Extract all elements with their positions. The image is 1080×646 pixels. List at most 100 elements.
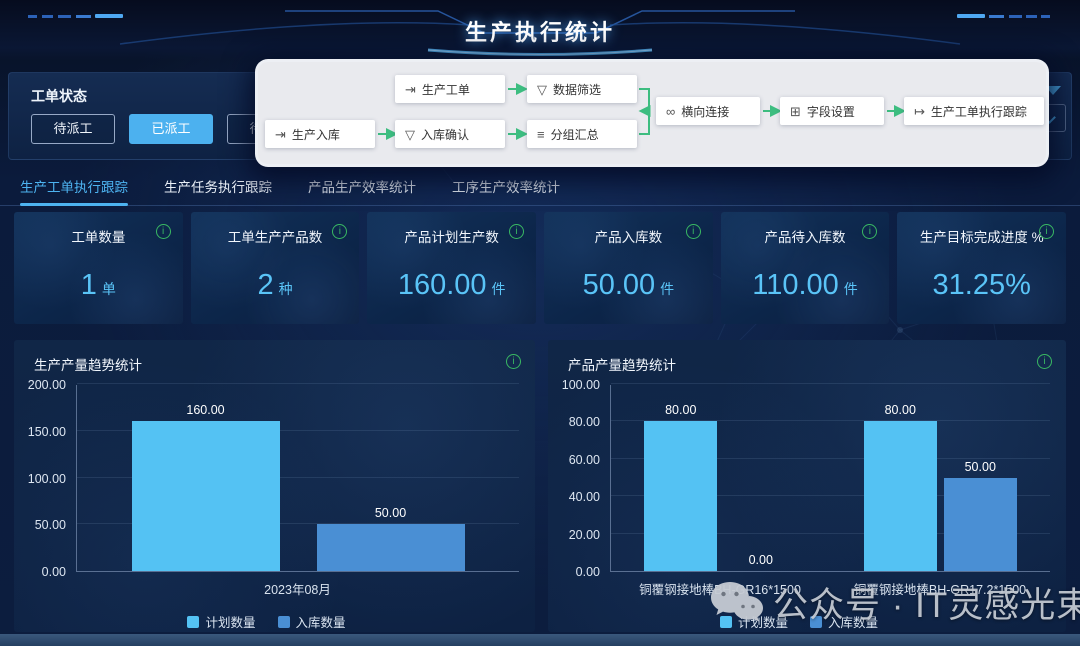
legend-label: 入库数量	[828, 612, 878, 631]
flow-node-field-settings[interactable]: ⊞ 字段设置	[780, 97, 884, 125]
bar-value-label: 80.00	[665, 403, 696, 417]
kpi-card-workorder-count: 工单数量 i 1单	[14, 212, 183, 324]
flow-node-label: 生产工单	[422, 81, 470, 98]
bar[interactable]: 80.00	[644, 421, 717, 571]
flow-node-label: 数据筛选	[553, 81, 601, 98]
flow-node-production-inbound[interactable]: ⇥ 生产入库	[265, 120, 375, 148]
plot-groups: 80.000.0080.0050.00	[611, 385, 1050, 571]
header: 生产执行统计	[0, 0, 1080, 60]
legend-item[interactable]: 入库数量	[278, 612, 346, 631]
legend-label: 入库数量	[296, 612, 346, 631]
bar-value-label: 50.00	[375, 506, 406, 520]
legend-swatch	[278, 616, 290, 628]
info-icon[interactable]: i	[156, 224, 171, 239]
flow-node-output-tracking[interactable]: ↦ 生产工单执行跟踪	[904, 97, 1044, 125]
legend-swatch	[720, 616, 732, 628]
funnel-icon: ▽	[537, 83, 547, 96]
chart-legend: 计划数量 入库数量	[548, 612, 1050, 631]
funnel-icon: ▽	[405, 128, 415, 141]
bar[interactable]: 50.00	[317, 524, 465, 571]
tab-workorder-tracking[interactable]: 生产工单执行跟踪	[20, 172, 128, 205]
kpi-card-inbound-count: 产品入库数 i 50.00件	[544, 212, 713, 324]
filter-label: 工单状态	[31, 86, 87, 106]
info-icon[interactable]: i	[509, 224, 524, 239]
bar-value-label: 80.00	[885, 403, 916, 417]
legend-swatch	[187, 616, 199, 628]
bar[interactable]: 160.00	[132, 421, 280, 571]
kpi-card-target-progress: 生产目标完成进度 % i 31.25%	[897, 212, 1066, 324]
tab-process-efficiency[interactable]: 工序生产效率统计	[452, 172, 560, 205]
info-icon[interactable]: i	[686, 224, 701, 239]
bar-group: 80.00 0.00	[611, 385, 831, 571]
table-grid-icon: ⊞	[790, 105, 801, 118]
info-icon[interactable]: i	[1039, 224, 1054, 239]
chart-panel-production-trend: 生产产量趋势统计 i 200.00150.00100.0050.000.00 1…	[14, 340, 535, 632]
y-tick-label: 0.00	[576, 565, 600, 579]
y-tick-label: 50.00	[35, 518, 66, 532]
legend-item[interactable]: 入库数量	[810, 612, 878, 631]
chart-title: 生产产量趋势统计	[34, 354, 142, 374]
chart-legend: 计划数量 入库数量	[14, 612, 519, 631]
chart-area: 100.0080.0060.0040.0020.000.00 80.00 0.00…	[548, 385, 1050, 631]
bar[interactable]: 80.00	[864, 421, 937, 571]
y-tick-label: 150.00	[28, 425, 66, 439]
bar-group: 80.0050.00	[831, 385, 1051, 571]
bar-value-label: 160.00	[186, 403, 224, 417]
x-category-label: 铜覆钢接地棒BH-GR17.2*1500	[830, 579, 1050, 598]
legend-item[interactable]: 计划数量	[720, 612, 788, 631]
kpi-value: 110.00件	[721, 269, 890, 302]
kpi-value: 31.25%	[897, 269, 1066, 302]
kpi-value: 2种	[191, 269, 360, 302]
kpi-value: 50.00件	[544, 269, 713, 302]
flow-node-production-order[interactable]: ⇥ 生产工单	[395, 75, 505, 103]
page-title: 生产执行统计	[0, 15, 1080, 47]
chart-title: 产品产量趋势统计	[568, 354, 676, 374]
y-axis: 100.0080.0060.0040.0020.000.00	[548, 385, 610, 572]
input-icon: ⇥	[405, 83, 416, 96]
tab-product-efficiency[interactable]: 产品生产效率统计	[308, 172, 416, 205]
y-axis: 200.00150.00100.0050.000.00	[14, 385, 76, 572]
bar-value-label: 50.00	[965, 460, 996, 474]
kpi-unit: 件	[844, 281, 858, 297]
x-axis-labels: 2023年08月	[76, 579, 519, 598]
legend-label: 计划数量	[205, 612, 255, 631]
bar[interactable]: 50.00	[944, 478, 1017, 572]
plot-groups: 160.00 50.00	[77, 385, 519, 571]
x-category-label: 铜覆钢接地棒BH-GR16*1500	[610, 579, 830, 598]
info-icon[interactable]: i	[1037, 354, 1052, 369]
filter-option-pending-dispatch[interactable]: 待派工	[31, 114, 115, 144]
input-icon: ⇥	[275, 128, 286, 141]
flow-node-inbound-confirm[interactable]: ▽ 入库确认	[395, 120, 505, 148]
flow-node-label: 生产入库	[292, 126, 340, 143]
legend-item[interactable]: 计划数量	[187, 612, 255, 631]
flow-node-label: 横向连接	[681, 103, 729, 120]
flow-node-label: 生产工单执行跟踪	[931, 103, 1027, 120]
etl-flow-overlay: ⇥ 生产工单 ▽ 数据筛选 ⇥ 生产入库 ▽ 入库确认 ≡ 分组汇总 ∞ 横向连…	[258, 62, 1046, 164]
flow-node-label: 字段设置	[807, 103, 855, 120]
flow-node-horizontal-join[interactable]: ∞ 横向连接	[656, 97, 760, 125]
y-tick-label: 80.00	[569, 415, 600, 429]
x-axis-labels: 铜覆钢接地棒BH-GR16*1500铜覆钢接地棒BH-GR17.2*1500	[610, 579, 1050, 598]
flow-node-data-filter[interactable]: ▽ 数据筛选	[527, 75, 637, 103]
output-icon: ↦	[914, 105, 925, 118]
chart-area: 200.00150.00100.0050.000.00 160.0050.00 …	[14, 385, 519, 631]
kpi-card-product-types: 工单生产产品数 i 2种	[191, 212, 360, 324]
y-tick-label: 100.00	[562, 378, 600, 392]
legend-label: 计划数量	[738, 612, 788, 631]
y-tick-label: 100.00	[28, 472, 66, 486]
gridline	[77, 383, 519, 384]
y-tick-label: 40.00	[569, 490, 600, 504]
flow-node-label: 入库确认	[421, 126, 469, 143]
kpi-card-pending-inbound: 产品待入库数 i 110.00件	[721, 212, 890, 324]
kpi-unit: 单	[102, 281, 116, 297]
info-icon[interactable]: i	[506, 354, 521, 369]
bottom-bar	[0, 634, 1080, 646]
kpi-value: 1单	[14, 269, 183, 302]
dropdown-triangle-icon[interactable]	[1045, 86, 1061, 95]
bar-value-label: 0.00	[749, 553, 773, 567]
flow-node-group-summary[interactable]: ≡ 分组汇总	[527, 120, 637, 148]
tab-task-tracking[interactable]: 生产任务执行跟踪	[164, 172, 272, 205]
filter-option-dispatched[interactable]: 已派工	[129, 114, 213, 144]
bar-group: 160.00 50.00	[77, 385, 519, 571]
y-tick-label: 0.00	[42, 565, 66, 579]
